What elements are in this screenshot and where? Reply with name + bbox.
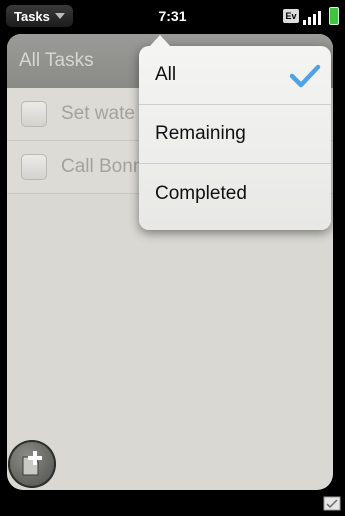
notification-icon[interactable] (323, 496, 343, 512)
menu-item-label: All (155, 64, 177, 85)
menu-item-completed[interactable]: Completed (139, 164, 331, 223)
checkmark-icon (289, 64, 321, 88)
menu-item-label: Completed (155, 182, 247, 204)
task-label: Call Bonn (61, 156, 144, 177)
add-task-button[interactable] (8, 440, 56, 488)
battery-icon (329, 7, 339, 25)
menu-item-all[interactable]: All (139, 46, 331, 105)
status-bar: Tasks 7:31 Ev (0, 0, 345, 34)
menu-item-label: Remaining (155, 123, 246, 144)
task-label: Set wate (61, 103, 135, 124)
add-task-icon (22, 451, 42, 476)
bottom-bar (0, 490, 345, 516)
list-title: All Tasks (19, 50, 94, 71)
signal-strength-icon (303, 9, 325, 25)
filter-menu: All Remaining Completed (139, 35, 331, 230)
network-badge: Ev (283, 9, 299, 23)
menu-item-remaining[interactable]: Remaining (139, 105, 331, 164)
task-checkbox[interactable] (21, 154, 47, 180)
task-checkbox[interactable] (21, 101, 47, 127)
phone-screen: Tasks 7:31 Ev All Tasks Set wate Call Bo… (0, 0, 345, 516)
